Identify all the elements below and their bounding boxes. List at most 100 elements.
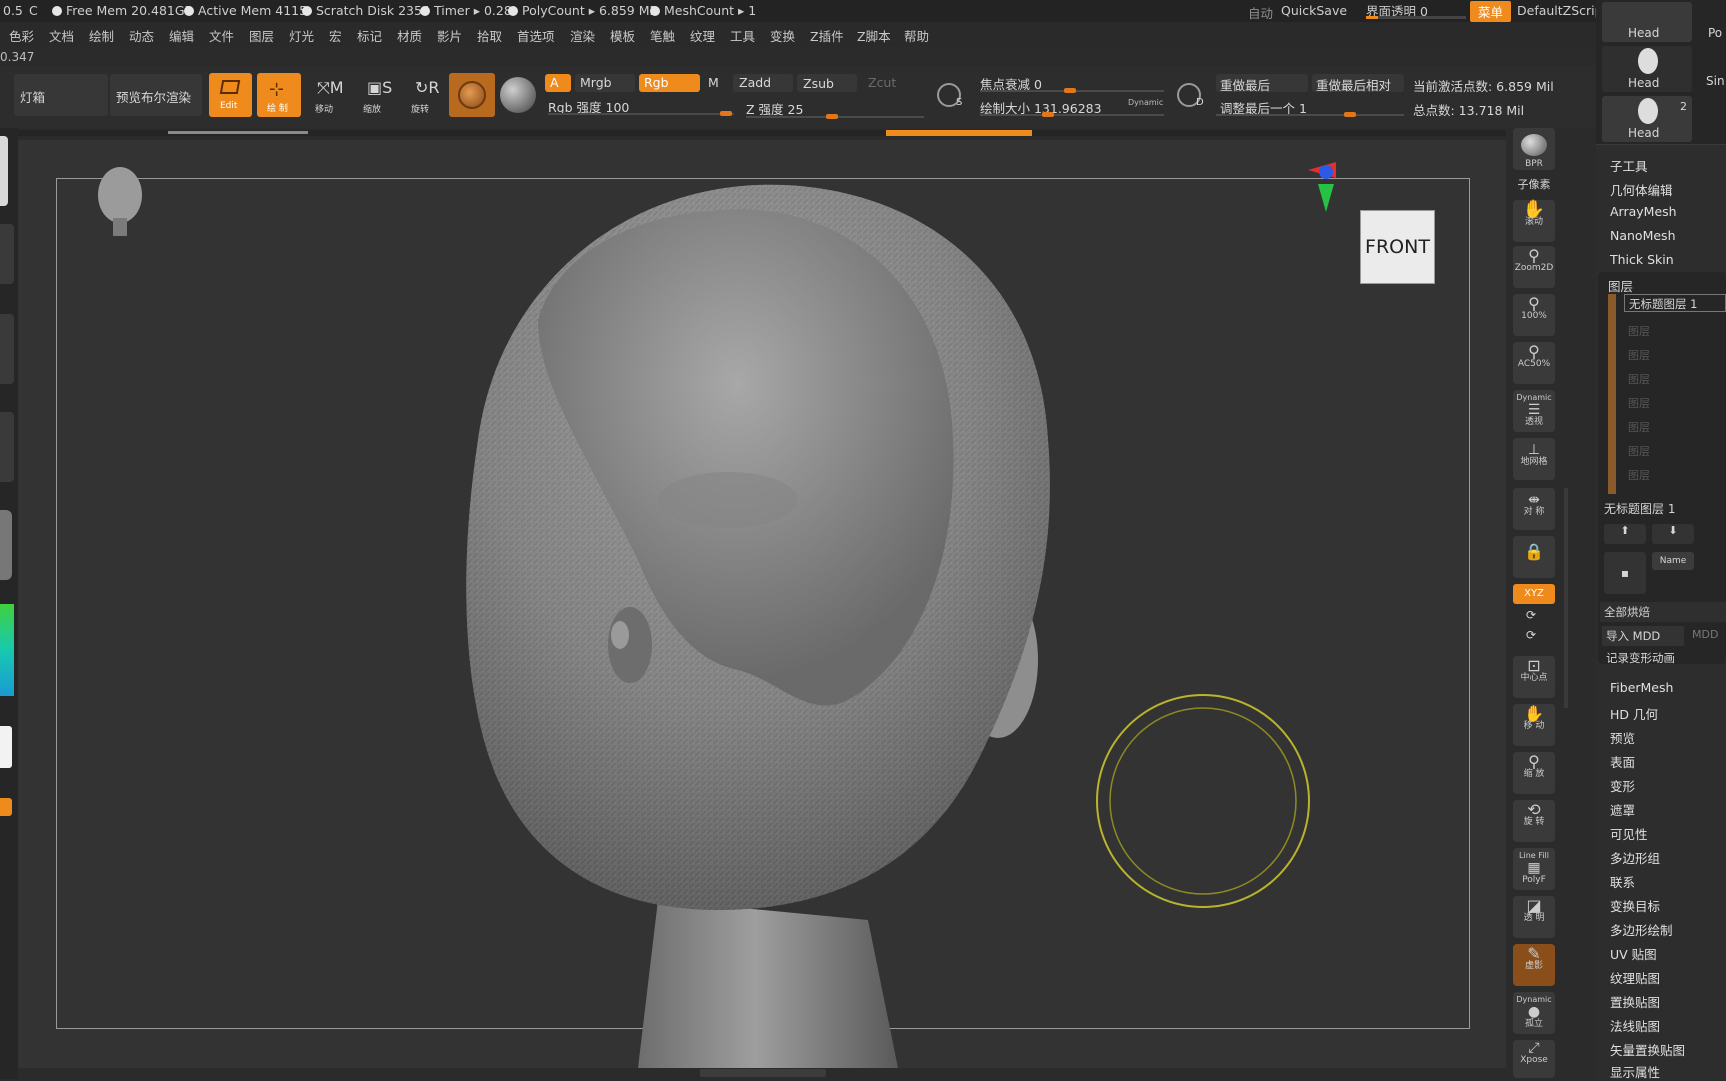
menu-item-macro[interactable]: 宏 (329, 26, 342, 45)
color-picker[interactable] (0, 604, 14, 696)
adjust-last-slider[interactable] (1216, 112, 1404, 117)
perspective-button[interactable]: Dynamic ☰ 透视 (1513, 390, 1555, 432)
ui-opacity-track[interactable] (1366, 16, 1466, 19)
draw-button[interactable]: ⊹ 绘 制 (257, 73, 301, 117)
focal-shift-button[interactable]: S (930, 75, 970, 115)
menu-item-color[interactable]: 色彩 (9, 26, 34, 45)
display-properties-section[interactable]: 显示属性 (1610, 1062, 1660, 1081)
layer-row[interactable]: 图层 (1628, 416, 1726, 440)
color-swatch-icon[interactable] (500, 77, 536, 113)
import-mdd-button[interactable]: 导入 MDD (1602, 626, 1684, 646)
m-button[interactable]: M (708, 75, 719, 90)
front-view-cube[interactable]: FRONT (1360, 210, 1435, 284)
bake-all-button[interactable]: 全部烘焙 (1600, 602, 1726, 622)
menu-item-zscript[interactable]: Z脚本 (857, 26, 891, 45)
menu-item-file[interactable]: 文件 (209, 26, 234, 45)
layer-row[interactable]: 图层 (1628, 440, 1726, 464)
ghost-button[interactable]: ✎ 虚影 (1513, 944, 1555, 986)
head-model-svg[interactable] (18, 140, 1506, 1068)
stroke-thumb[interactable] (0, 224, 14, 284)
menu-item-tool[interactable]: 工具 (730, 26, 755, 45)
material-button[interactable] (449, 73, 495, 117)
quicksave-button[interactable]: QuickSave (1281, 3, 1347, 18)
rgb-intensity-slider[interactable] (548, 111, 734, 116)
focal-shift-slider[interactable] (980, 88, 1164, 93)
z-intensity-slider[interactable] (746, 114, 924, 119)
menu-item-document[interactable]: 文档 (49, 26, 74, 45)
thumb-head-3[interactable]: Head 2 (1602, 96, 1692, 142)
hd-geometry-section[interactable]: HD 几何 (1610, 704, 1658, 723)
center-button[interactable]: ⊡ 中心点 (1513, 656, 1555, 698)
layer-name-field[interactable]: 无标题图层 1 (1624, 294, 1726, 312)
thumb-head-1[interactable]: Head (1602, 2, 1692, 42)
gizmo-y-axis[interactable] (1318, 184, 1334, 212)
rotate-button[interactable]: ↻R 旋转 (403, 73, 447, 117)
morph-target-section[interactable]: 变换目标 (1610, 896, 1660, 915)
secondary-color-swatch[interactable] (0, 798, 12, 816)
draw-size-slider[interactable] (980, 112, 1164, 117)
gizmo-z-axis[interactable] (1319, 165, 1333, 179)
rotate-z-icon[interactable]: ⟳ (1526, 628, 1536, 642)
bottom-shelf-handle[interactable] (700, 1069, 826, 1077)
polyf-button[interactable]: Line Fill ▦ PolyF (1513, 848, 1555, 890)
bpr-button[interactable]: BPR (1513, 128, 1555, 170)
ac50-button[interactable]: ⚲ AC50% (1513, 342, 1555, 384)
polypaint-section[interactable]: 多边形绘制 (1610, 920, 1673, 939)
uv-map-section[interactable]: UV 贴图 (1610, 944, 1657, 963)
scale-view-button[interactable]: ⚲ 缩 放 (1513, 752, 1555, 794)
menu-item-marker[interactable]: 标记 (357, 26, 382, 45)
rotate-view-button[interactable]: ⟲ 旋 转 (1513, 800, 1555, 842)
normal-map-section[interactable]: 法线贴图 (1610, 1016, 1660, 1035)
menu-item-texture[interactable]: 纹理 (690, 26, 715, 45)
navigator-head[interactable] (98, 167, 142, 223)
masking-section[interactable]: 遮罩 (1610, 800, 1635, 819)
menu-item-material[interactable]: 材质 (397, 26, 422, 45)
arraymesh-section[interactable]: ArrayMesh (1610, 204, 1677, 219)
preview-section[interactable]: 预览 (1610, 728, 1635, 747)
vector-displacement-section[interactable]: 矢量置换贴图 (1610, 1040, 1685, 1059)
menu-button[interactable]: 菜单 (1470, 1, 1512, 22)
menu-item-preferences[interactable]: 首选项 (517, 26, 555, 45)
thickskin-section[interactable]: Thick Skin (1610, 252, 1674, 267)
menu-item-render[interactable]: 渲染 (570, 26, 595, 45)
xyz-button[interactable]: XYZ (1513, 584, 1555, 604)
menu-item-edit[interactable]: 编辑 (169, 26, 194, 45)
thumb-head-2[interactable]: Head (1602, 46, 1692, 92)
zoom2d-button[interactable]: ⚲ Zoom2D (1513, 246, 1555, 288)
zoom100-button[interactable]: ⚲ 100% (1513, 294, 1555, 336)
surface-section[interactable]: 表面 (1610, 752, 1635, 771)
rotate-y-icon[interactable]: ⟳ (1526, 608, 1536, 622)
deformation-section[interactable]: 变形 (1610, 776, 1635, 795)
lock-button[interactable]: 🔒 (1513, 536, 1555, 578)
layer-row[interactable]: 图层 (1628, 368, 1726, 392)
menu-item-movie[interactable]: 动态 (129, 26, 154, 45)
zcut-button[interactable]: Zcut (868, 75, 896, 90)
default-zscript[interactable]: DefaultZScript (1517, 3, 1608, 18)
solo-button[interactable]: Dynamic ● 孤立 (1513, 992, 1555, 1034)
menu-item-stroke[interactable]: 笔触 (650, 26, 675, 45)
subtool-section[interactable]: 子工具 (1610, 156, 1648, 175)
layer-down-button[interactable]: ⬇ (1652, 524, 1694, 544)
layer-up-button[interactable]: ⬆ (1604, 524, 1646, 544)
visibility-section[interactable]: 可见性 (1610, 824, 1648, 843)
texture-map-section[interactable]: 纹理贴图 (1610, 968, 1660, 987)
move-button[interactable]: ⤧M 移动 (307, 73, 351, 117)
menu-item-transform[interactable]: 变换 (770, 26, 795, 45)
menu-item-movie2[interactable]: 影片 (437, 26, 462, 45)
nanomesh-section[interactable]: NanoMesh (1610, 228, 1676, 243)
xpose-button[interactable]: ⤢ Xpose (1513, 1040, 1555, 1078)
polygroups-section[interactable]: 多边形组 (1610, 848, 1660, 867)
layer-name-button[interactable]: Name (1652, 552, 1694, 570)
edit-button[interactable]: Edit (209, 73, 252, 117)
layer-row[interactable]: 图层 (1628, 464, 1726, 488)
menu-item-zplugin[interactable]: Z插件 (810, 26, 844, 45)
draw-mode-button[interactable]: D (1170, 75, 1210, 115)
layer-row[interactable]: 图层 (1628, 392, 1726, 416)
panel-scrollbar[interactable] (1564, 488, 1568, 708)
texture-thumb[interactable] (0, 412, 14, 482)
material-thumb[interactable] (0, 510, 12, 580)
fibermesh-section[interactable]: FiberMesh (1610, 680, 1673, 695)
scroll-button[interactable]: ✋ 滚动 (1513, 200, 1555, 242)
layers-title[interactable]: 图层 (1608, 276, 1633, 295)
menu-item-picker[interactable]: 拾取 (477, 26, 502, 45)
